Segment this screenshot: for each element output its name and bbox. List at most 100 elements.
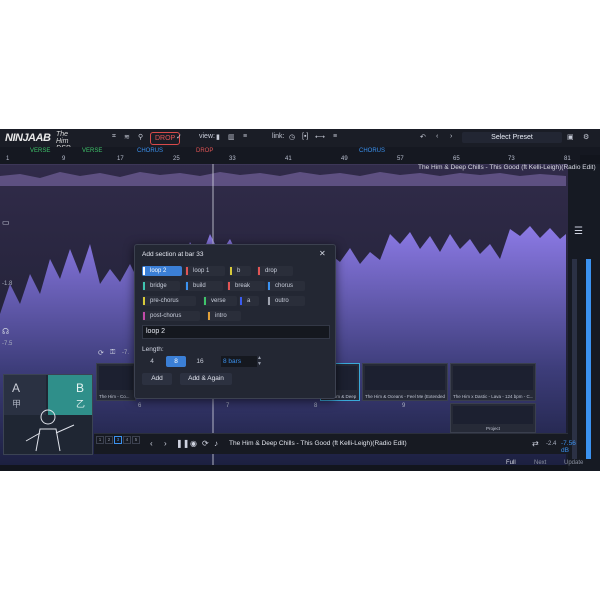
chip-label: chorus (275, 283, 294, 289)
chip-label: intro (215, 313, 227, 319)
length-4-button[interactable]: 4 (142, 356, 162, 367)
top-toolbar: NINJAAB The Him DSP ⌗ ≋ ⚲ DROP ✓ view: ▮… (0, 129, 600, 152)
length-label: Length: (142, 346, 164, 353)
length-16-button[interactable]: 16 (190, 356, 210, 367)
tab-full[interactable]: Full (506, 460, 516, 466)
loop-icon[interactable]: ⟳ (202, 439, 209, 448)
right-panel: ☰ (568, 164, 600, 471)
ruler-label: 33 (229, 156, 236, 162)
bracket-icon[interactable]: [▪] (302, 133, 308, 140)
section-label[interactable]: VERSE (30, 147, 50, 155)
add-again-button[interactable]: Add & Again (180, 373, 232, 385)
prev-preset-icon[interactable]: ‹ (436, 133, 438, 140)
db-small: -2.4 (546, 441, 557, 447)
section-label[interactable]: DROP (196, 147, 213, 155)
mixer-icon[interactable]: ☰ (574, 226, 583, 237)
view-mode-icon[interactable]: ▮ (216, 133, 220, 141)
key-button[interactable]: 1 (96, 436, 104, 444)
view-bars-icon[interactable]: ▥ (228, 133, 235, 141)
transport-bar: 1 2 3 4 5 ‹ › ❚❚ ◉ ⟳ ♪ The Him & Deep Ch… (94, 433, 576, 454)
add-button[interactable]: Add (142, 373, 172, 385)
section-row: VERSE VERSE CHORUS DROP CHORUS (0, 147, 600, 155)
chip-color-bar (186, 267, 188, 275)
bars-stepper[interactable]: ▲ ▼ (257, 355, 262, 367)
section-name-input[interactable]: loop 2 (142, 325, 330, 339)
save-icon[interactable]: ▣ (567, 133, 574, 141)
next-icon[interactable]: › (164, 439, 167, 448)
section-label[interactable]: CHORUS (359, 147, 385, 155)
clip-label: The Him & Oceans - Feel Me (Extended) (365, 394, 445, 399)
clip-gain-label: -7. (122, 350, 130, 356)
close-icon[interactable]: ✕ (319, 249, 326, 258)
folder-icon[interactable]: ▭ (2, 218, 10, 227)
chip-loop-2[interactable]: loop 2 (142, 266, 182, 276)
undo-icon[interactable]: ↶ (420, 133, 426, 141)
length-8-button[interactable]: 8 (166, 356, 186, 367)
grid-icon[interactable]: ⌗ (112, 133, 116, 141)
prev-icon[interactable]: ‹ (150, 439, 153, 448)
next-preset-icon[interactable]: › (450, 133, 452, 140)
ruler-label: 41 (285, 156, 292, 162)
link-icon[interactable]: ⟷ (315, 133, 325, 141)
gain-label: -1.8 (2, 281, 13, 287)
chip-label: post-chorus (150, 313, 182, 319)
clip-card[interactable]: Project (450, 403, 536, 433)
slot-number: 6 (138, 403, 142, 409)
clock-icon[interactable]: ◷ (289, 133, 295, 141)
chip-color-bar (268, 282, 270, 290)
key-button[interactable]: 4 (123, 436, 131, 444)
lock-icon[interactable]: ⚿ (110, 349, 115, 357)
clip-card[interactable]: The Him x Dastic - Lava - 124 bpm - C... (450, 363, 536, 401)
ruler-label: 9 (62, 156, 66, 162)
chip-loop-1[interactable]: loop 1 (185, 266, 225, 276)
refresh-icon[interactable]: ⟳ (98, 349, 104, 357)
pause-icon[interactable]: ❚❚ (176, 439, 189, 448)
clip-card[interactable]: The Him & Oceans - Feel Me (Extended) (362, 363, 448, 401)
eye-icon[interactable]: ◉ (190, 439, 197, 448)
key-button[interactable]: 2 (105, 436, 113, 444)
waves-icon[interactable]: ≋ (124, 133, 130, 141)
chip-label: outro (275, 298, 289, 304)
clip-thumbnail (453, 366, 533, 390)
chip-verse[interactable]: verse (203, 296, 237, 306)
chip-drop[interactable]: drop (257, 266, 293, 276)
view-list-icon[interactable]: ≡ (243, 133, 247, 140)
bars-input[interactable]: 8 bars (221, 356, 257, 367)
chip-build[interactable]: build (185, 281, 223, 291)
menu-icon[interactable]: ≡ (333, 133, 337, 140)
chip-intro[interactable]: intro (207, 311, 241, 321)
chip-outro[interactable]: outro (267, 296, 305, 306)
chip-b[interactable]: b (229, 266, 251, 276)
tab-next[interactable]: Next (534, 460, 546, 466)
section-label[interactable]: VERSE (82, 147, 102, 155)
chip-post-chorus[interactable]: post-chorus (142, 311, 200, 321)
clip-label: Project (485, 426, 500, 431)
chip-bridge[interactable]: bridge (142, 281, 180, 291)
settings-icon[interactable]: ⚙ (583, 133, 589, 141)
chip-color-bar (204, 297, 206, 305)
check-icon[interactable]: ✓ (176, 133, 182, 141)
search-icon[interactable]: ⚲ (138, 133, 143, 141)
key-button[interactable]: 5 (132, 436, 140, 444)
clip-thumbnail (99, 366, 133, 390)
swap-icon[interactable]: ⇄ (532, 439, 539, 448)
chip-pre-chorus[interactable]: pre-chorus (142, 296, 196, 306)
now-playing-title: The Him & Deep Chills - This Good (ft Ke… (229, 440, 407, 447)
chip-chorus[interactable]: chorus (267, 281, 305, 291)
section-label[interactable]: CHORUS (137, 147, 163, 155)
select-preset-dropdown[interactable]: Select Preset (462, 132, 562, 143)
slot-number: 7 (226, 403, 230, 409)
chip-a[interactable]: a (239, 296, 259, 306)
meter-right (586, 259, 591, 459)
chip-color-bar (143, 282, 145, 290)
clip-card[interactable]: The Him - Co... (96, 363, 136, 401)
chip-color-bar (228, 282, 230, 290)
tab-update[interactable]: Update (564, 460, 583, 466)
chip-break[interactable]: break (227, 281, 265, 291)
headphones-icon[interactable]: ☊ (2, 327, 9, 336)
chip-color-bar (143, 267, 145, 275)
note-icon[interactable]: ♪ (214, 439, 218, 448)
chip-color-bar (186, 282, 188, 290)
chip-color-bar (240, 297, 242, 305)
key-button[interactable]: 3 (114, 436, 122, 444)
